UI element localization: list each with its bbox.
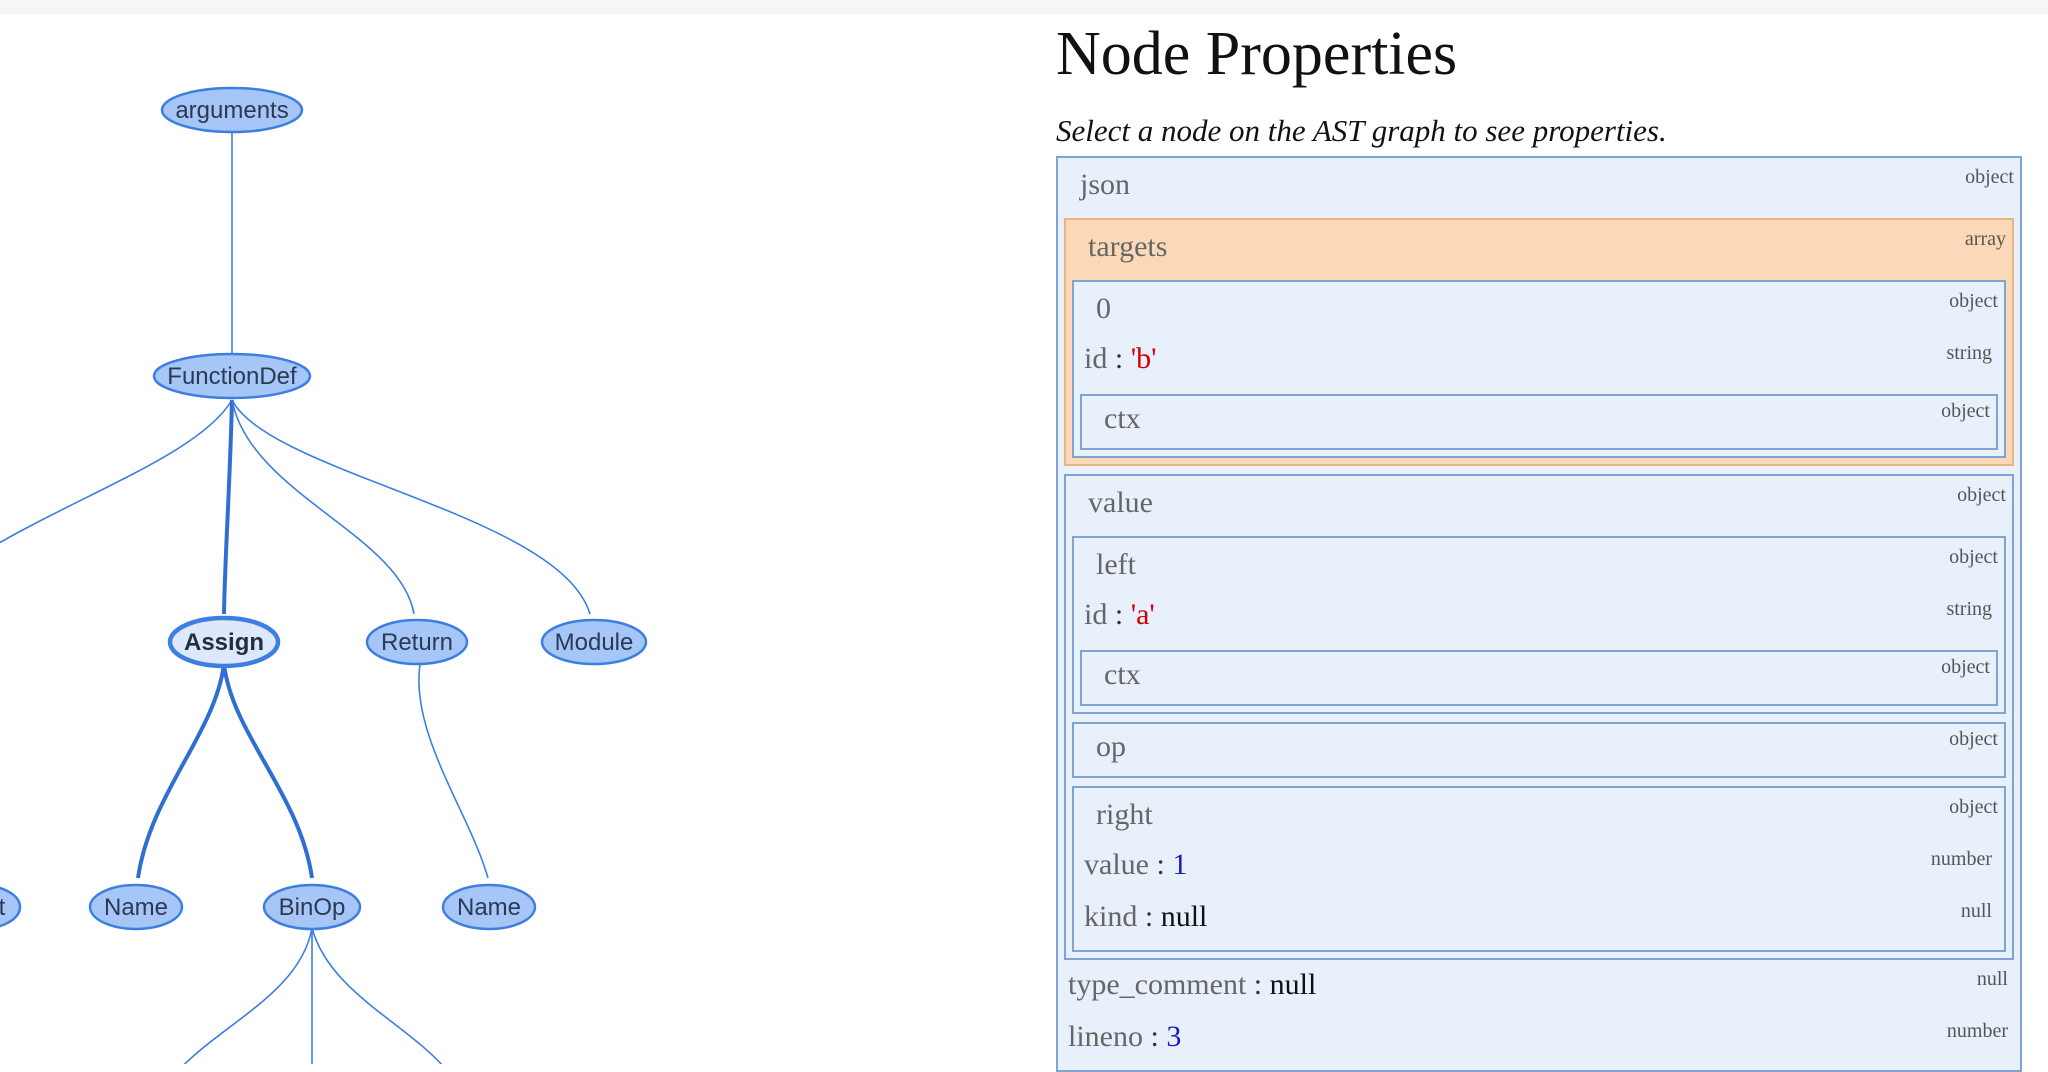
right-value-value: 1: [1172, 848, 1188, 881]
right-kind-row: kind : null null: [1084, 900, 1992, 933]
node-return-label: Return: [381, 629, 453, 656]
node-name-target[interactable]: Name: [88, 883, 184, 931]
type-comment-row: type_comment : null null: [1068, 968, 2008, 1001]
node-properties-panel: Node Properties Select a node on the AST…: [1056, 14, 2036, 1072]
node-assign[interactable]: Assign: [167, 615, 281, 669]
op-box[interactable]: op object: [1072, 722, 2006, 778]
lineno-row: lineno : 3 number: [1068, 1020, 2008, 1053]
right-box[interactable]: right object value : 1 number kind : nul…: [1072, 786, 2006, 952]
value-type: object: [1957, 484, 2006, 506]
lineno-type: number: [1946, 1020, 2008, 1042]
targets-id-value: 'b': [1130, 342, 1157, 375]
node-name-target-label: Name: [104, 894, 168, 921]
node-functiondef[interactable]: FunctionDef: [152, 352, 312, 400]
node-name-return-label: Name: [457, 894, 521, 921]
op-key: op: [1096, 730, 1126, 763]
json-root-box[interactable]: json object targets array 0 object id : …: [1056, 156, 2022, 1072]
targets-ctx-box[interactable]: ctx object: [1080, 394, 1998, 450]
node-binop[interactable]: BinOp: [262, 883, 362, 931]
right-value-type: number: [1930, 848, 1992, 870]
node-arguments-label: arguments: [175, 97, 288, 124]
left-ctx-type: object: [1941, 656, 1990, 678]
targets-item-0-type: object: [1949, 290, 1998, 312]
left-type: object: [1949, 546, 1998, 568]
edge-assign-name: [136, 663, 226, 879]
targets-type: array: [1964, 228, 2006, 250]
ast-graph[interactable]: arguments FunctionDef Assign Return Modu…: [0, 14, 1040, 1064]
edge-binop-child-right: [311, 927, 443, 1064]
right-key: right: [1096, 798, 1153, 831]
panel-title: Node Properties: [1056, 20, 1458, 88]
node-module[interactable]: Module: [540, 618, 648, 666]
right-kind-type: null: [1960, 900, 1992, 922]
node-binop-label: BinOp: [279, 894, 346, 921]
right-kind-value: null: [1160, 900, 1208, 933]
targets-id-type: string: [1946, 342, 1992, 364]
lineno-value: 3: [1166, 1020, 1182, 1053]
node-module-label: Module: [555, 629, 634, 656]
panel-hint: Select a node on the AST graph to see pr…: [1056, 113, 1667, 148]
left-id-type: string: [1946, 598, 1992, 620]
right-value-row: value : 1 number: [1084, 848, 1992, 881]
left-key: left: [1096, 548, 1136, 581]
edge-return-name: [418, 663, 489, 879]
edge-functiondef-module: [231, 399, 591, 615]
type-comment-type: null: [1976, 968, 2008, 990]
value-key: value: [1088, 486, 1153, 519]
left-id-key: id: [1084, 598, 1108, 631]
targets-key: targets: [1088, 230, 1168, 263]
right-kind-key: kind: [1084, 900, 1138, 933]
left-id-row: id : 'a' string: [1084, 598, 1992, 631]
edge-functiondef-assign: [222, 399, 234, 615]
left-id-value: 'a': [1130, 598, 1155, 631]
targets-id-key: id: [1084, 342, 1108, 375]
type-comment-key: type_comment: [1068, 968, 1247, 1001]
json-type: object: [1965, 166, 2014, 188]
left-ctx-key: ctx: [1104, 658, 1141, 691]
node-name-return[interactable]: Name: [441, 883, 537, 931]
value-box[interactable]: value object left object id : 'a' string…: [1064, 474, 2014, 960]
node-assign-label: Assign: [184, 629, 264, 656]
targets-item-0-key: 0: [1096, 292, 1111, 325]
node-partial-label: t: [0, 894, 6, 921]
type-comment-value: null: [1269, 968, 1317, 1001]
targets-id-row: id : 'b' string: [1084, 342, 1992, 375]
edge-assign-binop: [222, 663, 314, 879]
targets-ctx-type: object: [1941, 400, 1990, 422]
ast-graph-canvas[interactable]: arguments FunctionDef Assign Return Modu…: [0, 14, 1040, 1064]
targets-item-0-box[interactable]: 0 object id : 'b' string ctx object: [1072, 280, 2006, 458]
left-ctx-box[interactable]: ctx object: [1080, 650, 1998, 706]
node-arguments[interactable]: arguments: [160, 86, 304, 134]
node-return[interactable]: Return: [365, 618, 469, 666]
top-toolbar-strip: [0, 0, 2048, 14]
node-partial-offscreen[interactable]: t: [0, 885, 22, 929]
node-functiondef-label: FunctionDef: [167, 363, 297, 390]
edge-functiondef-left: [0, 399, 233, 544]
left-box[interactable]: left object id : 'a' string ctx object: [1072, 536, 2006, 714]
right-value-key: value: [1084, 848, 1149, 881]
edge-functiondef-return: [231, 399, 415, 615]
targets-ctx-key: ctx: [1104, 402, 1141, 435]
op-type: object: [1949, 728, 1998, 750]
edge-binop-child-left: [183, 927, 313, 1064]
json-key: json: [1080, 168, 1131, 201]
targets-box[interactable]: targets array 0 object id : 'b' string c…: [1064, 218, 2014, 466]
lineno-key: lineno: [1068, 1020, 1143, 1053]
right-type: object: [1949, 796, 1998, 818]
